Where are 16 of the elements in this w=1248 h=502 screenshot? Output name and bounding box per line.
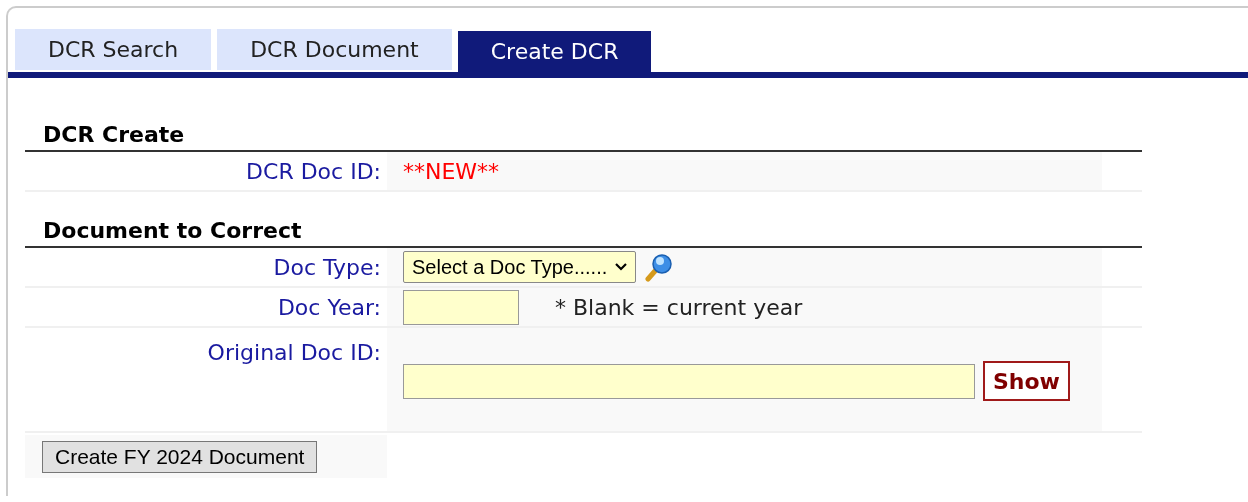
create-document-button[interactable]: Create FY 2024 Document (42, 441, 318, 473)
tab[interactable]: DCR Search (15, 29, 212, 70)
tab[interactable]: DCR Document (217, 29, 452, 70)
search-icon[interactable] (644, 252, 675, 282)
field-label: Doc Year: (277, 293, 381, 322)
field-label: DCR Doc ID: (246, 157, 381, 186)
doc-year-field[interactable] (403, 289, 519, 325)
show-button[interactable]: Show (983, 361, 1070, 401)
doc-type-dropdown[interactable]: Select a Doc Type...... (403, 251, 637, 283)
chevron-icon (615, 263, 628, 271)
field-label: Doc Type: (273, 253, 381, 282)
field-label: Original Doc ID: (207, 339, 381, 367)
tab[interactable]: Create DCR (457, 31, 652, 72)
doc-id-value: **NEW** (403, 157, 500, 186)
original-doc-id-field[interactable] (403, 363, 975, 399)
year-hint: * Blank = current year (555, 293, 803, 322)
